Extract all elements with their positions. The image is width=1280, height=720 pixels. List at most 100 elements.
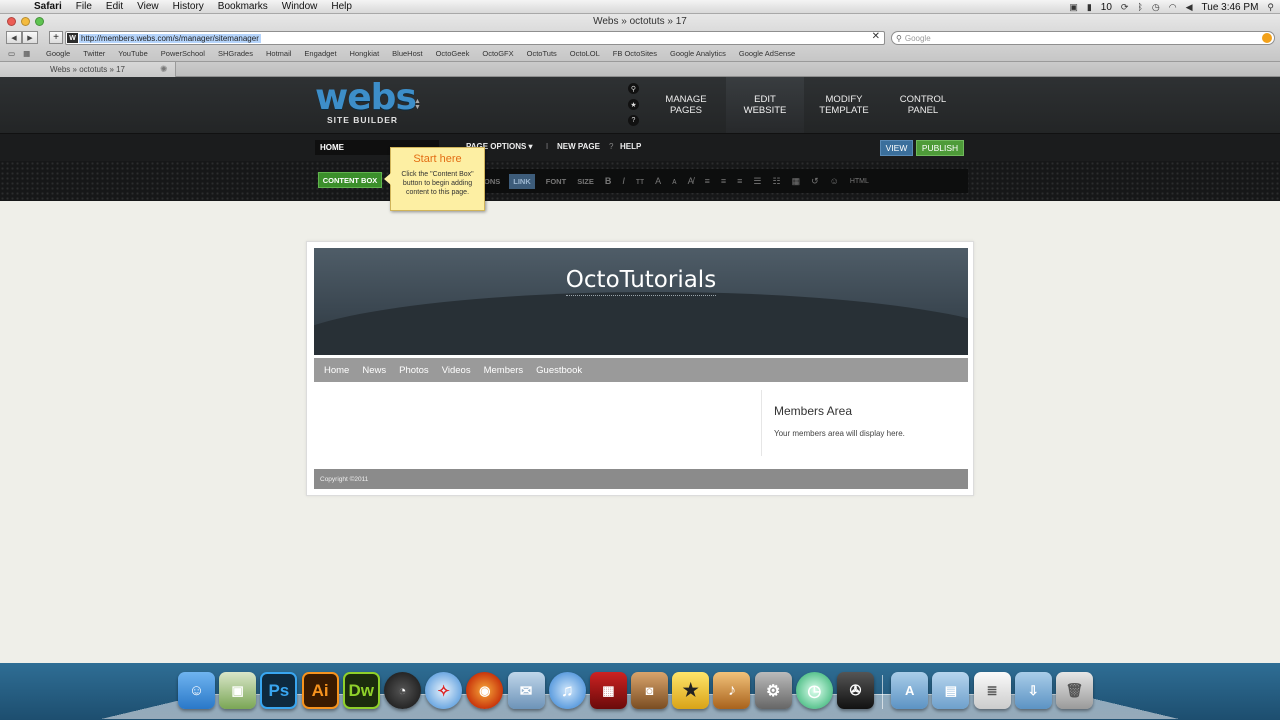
site-nav-home[interactable]: Home <box>324 365 349 376</box>
site-nav-news[interactable]: News <box>362 365 386 376</box>
site-nav-guestbook[interactable]: Guestbook <box>536 365 582 376</box>
text-color-icon[interactable]: A <box>655 176 661 186</box>
site-nav-videos[interactable]: Videos <box>442 365 471 376</box>
itunes-icon[interactable]: ♫ <box>548 672 586 709</box>
start-here-tooltip[interactable]: Start here Click the "Content Box" butto… <box>384 147 485 211</box>
bookmark-google-analytics[interactable]: Google Analytics <box>670 49 726 58</box>
bookmark-octolol[interactable]: OctoLOL <box>570 49 600 58</box>
tab-current[interactable]: Webs » octotuts » 17 <box>0 62 176 77</box>
size-button[interactable]: SIZE <box>577 177 594 186</box>
help-icon[interactable]: ? <box>628 115 639 126</box>
nav-manage-pages[interactable]: MANAGE PAGES <box>647 77 725 133</box>
link-button[interactable]: LINK <box>509 173 535 189</box>
menu-window[interactable]: Window <box>282 1 318 12</box>
iphoto-icon[interactable]: ◙ <box>631 672 669 709</box>
nav-control-panel[interactable]: CONTROL PANEL <box>884 77 962 133</box>
menu-file[interactable]: File <box>76 1 92 12</box>
reading-list-icon[interactable]: ▭ <box>8 49 15 58</box>
site-banner[interactable]: OctoTutorials <box>314 248 968 355</box>
members-area[interactable]: Members Area Your members area will disp… <box>761 390 966 456</box>
final-cut-icon[interactable]: ✇ <box>837 672 874 709</box>
nav-modify-template[interactable]: MODIFY TEMPLATE <box>805 77 883 133</box>
address-bar[interactable]: W http://members.webs.com/s/manager/site… <box>65 31 885 45</box>
bookmark-google[interactable]: Google <box>46 49 70 58</box>
help-link[interactable]: HELP <box>620 142 641 151</box>
site-nav-members[interactable]: Members <box>484 365 524 376</box>
clock[interactable]: Tue 3:46 PM <box>1202 2 1259 13</box>
bookmark-engadget[interactable]: Engadget <box>304 49 336 58</box>
garageband-icon[interactable]: ♪ <box>713 672 751 709</box>
align-center-icon[interactable]: ≡ <box>721 176 726 186</box>
html-icon[interactable]: HTML <box>850 178 869 185</box>
firefox-icon[interactable]: ◉ <box>466 672 504 709</box>
bookmark-google-adsense[interactable]: Google AdSense <box>739 49 795 58</box>
forward-button[interactable]: ▶ <box>22 31 38 44</box>
bookmark-hongkiat[interactable]: Hongkiat <box>350 49 380 58</box>
search-field[interactable]: ⚲ Google <box>891 31 1275 45</box>
font-button[interactable]: FONT <box>546 177 566 186</box>
search-icon[interactable]: ⚲ <box>628 83 639 94</box>
add-bookmark-button[interactable]: + <box>49 31 63 44</box>
site-title[interactable]: OctoTutorials <box>314 267 968 296</box>
preview-icon[interactable]: ▣ <box>219 672 257 709</box>
snapback-icon[interactable] <box>1262 33 1272 43</box>
bold-icon[interactable]: B <box>605 176 612 186</box>
undo-icon[interactable]: ↺ <box>811 176 819 187</box>
menu-help[interactable]: Help <box>331 1 352 12</box>
trash-icon[interactable]: 🗑 <box>1055 672 1093 709</box>
bluetooth-icon[interactable]: ᛒ <box>1137 2 1142 12</box>
star-icon[interactable]: ★ <box>628 99 639 110</box>
back-button[interactable]: ◀ <box>6 31 22 44</box>
view-button[interactable]: VIEW <box>880 140 913 156</box>
bookmark-fb-octosites[interactable]: FB OctoSites <box>613 49 657 58</box>
menu-app-name[interactable]: Safari <box>34 1 62 12</box>
special-chars-icon[interactable]: ☺ <box>830 176 839 186</box>
photoshop-icon[interactable]: Ps <box>260 672 298 709</box>
bookmark-powerschool[interactable]: PowerSchool <box>161 49 205 58</box>
bookmark-hotmail[interactable]: Hotmail <box>266 49 291 58</box>
illustrator-icon[interactable]: Ai <box>301 672 339 709</box>
finder-icon[interactable]: ☺ <box>178 672 215 709</box>
mail-icon[interactable]: ✉ <box>507 672 545 709</box>
clear-format-icon[interactable]: A̸ <box>688 176 694 186</box>
align-left-icon[interactable]: ≡ <box>705 176 710 186</box>
sync-icon[interactable]: ⟳ <box>1121 2 1129 13</box>
webs-logo[interactable]: webs SITE BUILDER <box>315 80 417 126</box>
spotlight-icon[interactable]: ⚲ <box>1267 2 1274 13</box>
applications-folder-icon[interactable]: A <box>891 672 929 709</box>
new-page-link[interactable]: NEW PAGE <box>557 142 600 151</box>
dashboard-icon[interactable]: ◔ <box>383 672 421 709</box>
align-right-icon[interactable]: ≡ <box>737 176 742 186</box>
url-text[interactable]: http://members.webs.com/s/manager/sitema… <box>79 33 261 43</box>
options-partial-label[interactable]: ONS <box>484 177 500 186</box>
text-case-icon[interactable]: ᴛᴛ <box>636 176 644 186</box>
bookmark-octogfx[interactable]: OctoGFX <box>482 49 513 58</box>
bookmark-bluehost[interactable]: BlueHost <box>392 49 422 58</box>
dreamweaver-icon[interactable]: Dw <box>342 672 380 709</box>
table-icon[interactable]: ▦ <box>792 176 801 187</box>
italic-icon[interactable]: I <box>622 176 625 186</box>
stop-loading-icon[interactable]: ✕ <box>872 31 880 42</box>
system-preferences-icon[interactable]: ⚙ <box>754 672 792 709</box>
display-icon[interactable]: ▣ <box>1069 2 1078 13</box>
bookmark-octotuts[interactable]: OctoTuts <box>527 49 557 58</box>
bookmark-youtube[interactable]: YouTube <box>118 49 147 58</box>
text-file-icon[interactable]: ≣ <box>973 672 1011 709</box>
volume-icon[interactable]: ◀ <box>1186 2 1193 13</box>
site-nav-photos[interactable]: Photos <box>399 365 429 376</box>
site-switcher-icon[interactable]: ▲ ▼ <box>414 98 421 111</box>
menu-bookmarks[interactable]: Bookmarks <box>218 1 268 12</box>
numbered-list-icon[interactable]: ☷ <box>773 176 781 187</box>
highlight-icon[interactable]: ᴀ <box>672 176 676 186</box>
menu-edit[interactable]: Edit <box>106 1 123 12</box>
wifi-icon[interactable]: ◠ <box>1169 2 1177 13</box>
time-machine-menu-icon[interactable]: ◷ <box>1152 2 1160 13</box>
time-machine-icon[interactable]: ◷ <box>795 672 833 709</box>
photo-booth-icon[interactable]: ▦ <box>589 672 627 709</box>
safari-icon[interactable]: ✧ <box>425 672 463 709</box>
documents-folder-icon[interactable]: ▤ <box>932 672 970 709</box>
site-footer[interactable]: Copyright ©2011 <box>314 469 968 489</box>
bullet-list-icon[interactable]: ☰ <box>753 176 761 187</box>
battery-icon[interactable]: ▮ <box>1087 2 1092 13</box>
bookmark-octogeek[interactable]: OctoGeek <box>436 49 470 58</box>
